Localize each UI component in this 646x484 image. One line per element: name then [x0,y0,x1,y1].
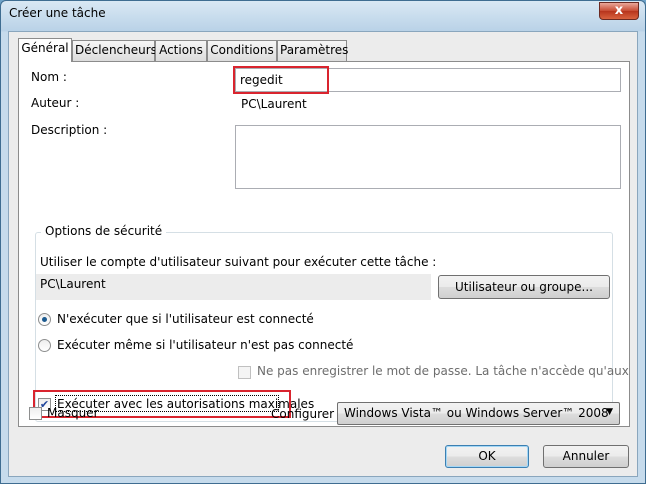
name-highlight [233,66,329,94]
description-label: Description : [31,123,108,137]
tab-triggers[interactable]: Déclencheurs [72,40,157,61]
tab-settings[interactable]: Paramètres [277,40,348,61]
radio-run-any-label: Exécuter même si l'utilisateur n'est pas… [57,338,354,352]
configure-value: Windows Vista™ ou Windows Server™ 2008 [344,406,609,420]
radio-run-logged-on-label: N'exécuter que si l'utilisateur est conn… [57,312,314,326]
tab-conditions[interactable]: Conditions [207,40,277,61]
radio-run-logged-on[interactable] [38,313,51,326]
name-label: Nom : [31,70,67,84]
radio-run-any[interactable] [38,339,51,352]
hide-label: Masquer [47,406,99,420]
configure-label: Configurer [271,407,335,421]
author-value: PC\Laurent [241,97,307,111]
author-label: Auteur : [31,96,80,110]
tab-general[interactable]: Général [18,38,72,62]
description-input[interactable] [235,125,621,189]
ok-button[interactable]: OK [445,445,529,468]
user-or-group-button[interactable]: Utilisateur ou groupe... [438,275,610,299]
no-store-password-checkbox[interactable] [238,366,251,379]
tab-actions[interactable]: Actions [155,40,207,61]
window-title: Créer une tâche [9,6,106,20]
general-panel: Nom : regedit Auteur : PC\Laurent Descri… [18,61,630,427]
chevron-down-icon: ▼ [606,407,613,417]
security-group-title: Options de sécurité [41,224,167,238]
cancel-button[interactable]: Annuler [543,445,629,468]
configure-dropdown[interactable]: Windows Vista™ ou Windows Server™ 2008 ▼ [337,402,620,425]
account-prompt: Utiliser le compte d'utilisateur suivant… [40,255,437,269]
dialog-client: Général Déclencheurs Actions Conditions … [8,31,638,477]
dialog-window: Créer une tâche x Général Déclencheurs A… [0,0,646,484]
no-store-password-label: Ne pas enregistrer le mot de passe. La t… [257,364,629,378]
title-bar[interactable]: Créer une tâche x [1,1,645,31]
close-button[interactable]: x [599,2,639,20]
hide-checkbox[interactable] [29,407,42,420]
account-value: PC\Laurent [36,274,431,300]
